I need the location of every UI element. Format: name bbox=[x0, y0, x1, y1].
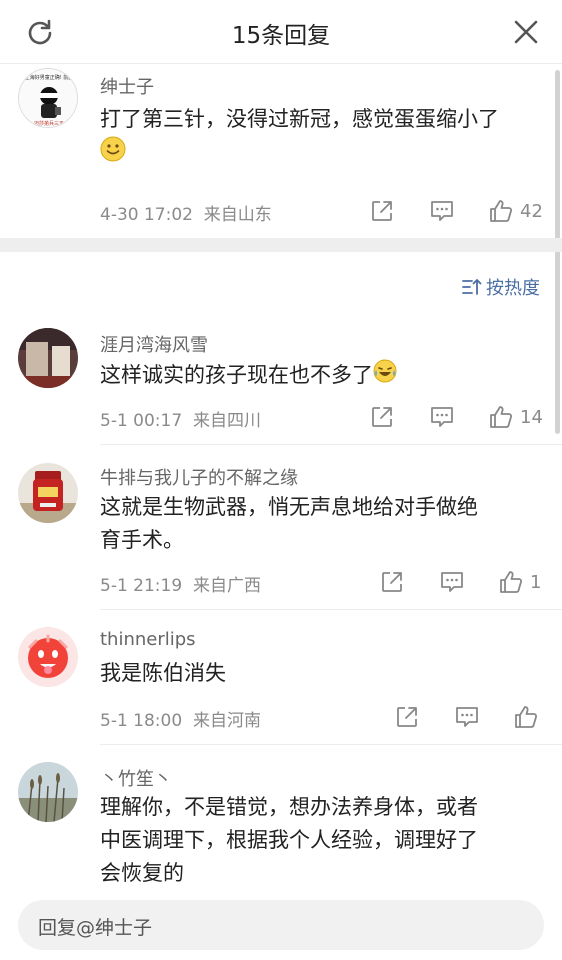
thumbs-up-icon bbox=[515, 706, 538, 728]
laughing-tears-emoji bbox=[373, 359, 397, 393]
comment-text-content: 打了第三针，没得过新冠，感觉蛋蛋缩小了 bbox=[100, 107, 499, 131]
comment-text-content: 这样诚实的孩子现在也不多了 bbox=[100, 363, 373, 387]
comment-text-line: 育手术。 bbox=[100, 528, 184, 552]
smile-emoji bbox=[100, 136, 126, 172]
comment-button[interactable] bbox=[429, 404, 455, 430]
share-button[interactable] bbox=[370, 404, 394, 430]
like-count: 42 bbox=[520, 200, 543, 222]
comment-button[interactable] bbox=[439, 569, 465, 595]
like-button[interactable]: 14 bbox=[488, 404, 543, 430]
divider bbox=[100, 744, 562, 745]
like-button[interactable]: 1 bbox=[498, 569, 541, 595]
comment-icon bbox=[456, 707, 478, 727]
avatar[interactable] bbox=[18, 328, 78, 388]
comment-button[interactable] bbox=[454, 704, 480, 730]
share-icon bbox=[372, 201, 392, 221]
comment-location: 来自河南 bbox=[192, 711, 261, 731]
comment-text-line: 理解你，不是错觉，想办法养身体，或者 bbox=[100, 795, 478, 819]
avatar[interactable] bbox=[18, 463, 78, 523]
comment-time: 4-30 17:02 bbox=[100, 205, 193, 225]
thumbs-up-icon bbox=[490, 200, 513, 222]
comment-location: 来自四川 bbox=[192, 411, 261, 431]
comment-meta: 4-30 17:02 来自山东 bbox=[100, 200, 272, 225]
share-icon bbox=[372, 407, 392, 427]
divider bbox=[100, 444, 562, 445]
comment-time: 5-1 18:00 bbox=[100, 711, 183, 731]
comment-author[interactable]: 丶竹笙丶 bbox=[100, 765, 172, 791]
scrollbar[interactable] bbox=[555, 70, 560, 434]
share-button[interactable] bbox=[380, 569, 404, 595]
header-bar: 15条回复 bbox=[0, 0, 562, 64]
comment-text: 我是陈伯消失 bbox=[100, 657, 550, 690]
thumbs-up-icon bbox=[500, 571, 523, 593]
sort-by-hot-button[interactable]: 按热度 bbox=[462, 274, 540, 300]
divider bbox=[100, 609, 562, 610]
comment-meta: 5-1 00:17 来自四川 bbox=[100, 406, 261, 431]
comment-location: 来自山东 bbox=[203, 205, 272, 225]
comment-text: 打了第三针，没得过新冠，感觉蛋蛋缩小了 bbox=[100, 103, 550, 172]
close-icon[interactable] bbox=[514, 20, 538, 44]
svg-text:迈莎弟兵三五: 迈莎弟兵三五 bbox=[34, 120, 64, 127]
share-icon bbox=[397, 707, 417, 727]
comment-author[interactable]: 牛排与我儿子的不解之缘 bbox=[100, 464, 298, 490]
comment-author[interactable]: 绅士子 bbox=[100, 73, 154, 99]
comment-author[interactable]: thinnerlips bbox=[100, 629, 196, 650]
reply-input-placeholder: 回复@绅士子 bbox=[38, 917, 153, 939]
section-divider bbox=[0, 238, 562, 252]
comment-meta: 5-1 18:00 来自河南 bbox=[100, 706, 261, 731]
comment-icon bbox=[431, 407, 453, 427]
comment-location: 来自广西 bbox=[192, 576, 261, 596]
comment-icon bbox=[431, 201, 453, 221]
comment-meta: 5-1 21:19 来自广西 bbox=[100, 571, 261, 596]
like-count: 14 bbox=[520, 406, 543, 428]
comment-text: 这样诚实的孩子现在也不多了 bbox=[100, 359, 550, 393]
sort-label: 按热度 bbox=[486, 278, 540, 299]
like-button[interactable]: 42 bbox=[488, 198, 543, 224]
avatar[interactable] bbox=[18, 762, 78, 822]
share-icon bbox=[382, 572, 402, 592]
reply-input[interactable]: 回复@绅士子 bbox=[18, 900, 544, 950]
sort-icon bbox=[462, 279, 482, 295]
like-button[interactable] bbox=[513, 704, 539, 730]
share-button[interactable] bbox=[370, 198, 394, 224]
comment-text-line: 这就是生物武器，悄无声息地给对手做绝 bbox=[100, 495, 478, 519]
comment-text: 理解你，不是错觉，想办法养身体，或者 中医调理下，根据我个人经验，调理好了 会恢… bbox=[100, 791, 550, 890]
comment-button[interactable] bbox=[429, 198, 455, 224]
comment-text: 这就是生物武器，悄无声息地给对手做绝 育手术。 bbox=[100, 491, 550, 557]
comment-author[interactable]: 涯月湾海风雪 bbox=[100, 331, 208, 357]
share-button[interactable] bbox=[395, 704, 419, 730]
svg-text:上海好男童正确! 前面: 上海好男童正确! 前面 bbox=[25, 74, 74, 81]
comment-icon bbox=[441, 572, 463, 592]
thumbs-up-icon bbox=[490, 406, 513, 428]
comment-text-line: 中医调理下，根据我个人经验，调理好了 bbox=[100, 828, 478, 852]
comment-text-content: 我是陈伯消失 bbox=[100, 661, 226, 685]
comment-text-line: 会恢复的 bbox=[100, 861, 184, 885]
like-count: 1 bbox=[530, 571, 542, 593]
comment-time: 5-1 00:17 bbox=[100, 411, 183, 431]
comment-time: 5-1 21:19 bbox=[100, 576, 183, 596]
page-title: 15条回复 bbox=[231, 23, 331, 49]
avatar[interactable] bbox=[18, 627, 78, 687]
avatar[interactable]: 上海好男童正确! 前面 迈莎弟兵三五 bbox=[18, 68, 78, 128]
